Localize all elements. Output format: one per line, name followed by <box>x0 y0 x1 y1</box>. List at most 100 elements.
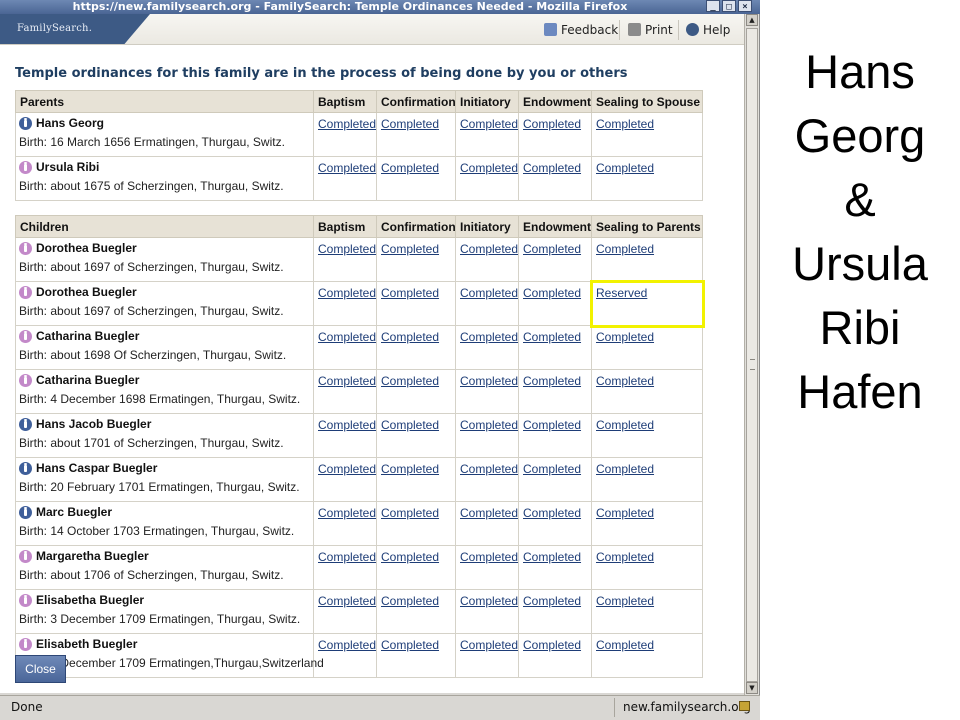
endowment-cell: Completed <box>518 237 592 282</box>
scrollbar-thumb[interactable] <box>746 28 758 682</box>
female-person-icon[interactable] <box>19 593 32 607</box>
endowment-status-link[interactable]: Completed <box>523 418 581 432</box>
baptism-status-link[interactable]: Completed <box>318 330 376 344</box>
col-header-baptism: Baptism <box>313 90 377 113</box>
confirmation-status-link[interactable]: Completed <box>381 550 439 564</box>
birth-info: Birth: about 1675 of Scherzingen, Thurga… <box>19 179 284 193</box>
confirmation-status-link[interactable]: Completed <box>381 330 439 344</box>
initiatory-status-link[interactable]: Completed <box>460 286 518 300</box>
baptism-status-link[interactable]: Completed <box>318 161 376 175</box>
familysearch-logo[interactable]: FamilySearch. <box>0 14 150 44</box>
sealing-to-spouse-status-link[interactable]: Completed <box>596 161 654 175</box>
feedback-button[interactable]: Feedback <box>544 21 618 39</box>
female-person-icon[interactable] <box>19 549 32 563</box>
baptism-cell: Completed <box>313 237 377 282</box>
male-person-icon[interactable] <box>19 116 32 130</box>
confirmation-status-link[interactable]: Completed <box>381 242 439 256</box>
sealing-to-parents-status-link[interactable]: Completed <box>596 550 654 564</box>
female-person-icon[interactable] <box>19 329 32 343</box>
endowment-status-link[interactable]: Completed <box>523 594 581 608</box>
initiatory-cell: Completed <box>455 501 519 546</box>
sealing-to-parents-status-link[interactable]: Completed <box>596 638 654 652</box>
female-person-icon[interactable] <box>19 285 32 299</box>
sealing-to-parents-status-link[interactable]: Completed <box>596 418 654 432</box>
confirmation-status-link[interactable]: Completed <box>381 117 439 131</box>
initiatory-status-link[interactable]: Completed <box>460 638 518 652</box>
sealing-to-parents-status-link[interactable]: Completed <box>596 374 654 388</box>
confirmation-status-link[interactable]: Completed <box>381 638 439 652</box>
initiatory-status-link[interactable]: Completed <box>460 550 518 564</box>
male-person-icon[interactable] <box>19 505 32 519</box>
vertical-scrollbar[interactable]: ▲ ▼ <box>744 14 759 695</box>
help-button[interactable]: Help <box>686 21 730 39</box>
confirmation-status-link[interactable]: Completed <box>381 462 439 476</box>
close-button[interactable]: Close <box>15 655 66 683</box>
minimize-button[interactable]: _ <box>706 0 720 12</box>
maximize-button[interactable]: □ <box>722 0 736 12</box>
scroll-down-arrow-icon[interactable]: ▼ <box>746 682 758 694</box>
baptism-cell: Completed <box>313 589 377 634</box>
endowment-status-link[interactable]: Completed <box>523 462 581 476</box>
sealing-to-parents-status-link[interactable]: Completed <box>596 330 654 344</box>
sealing-to-parents-status-link[interactable]: Completed <box>596 242 654 256</box>
sealing-to-parents-status-link[interactable]: Reserved <box>596 286 647 300</box>
endowment-status-link[interactable]: Completed <box>523 374 581 388</box>
lock-icon[interactable] <box>739 701 750 711</box>
baptism-status-link[interactable]: Completed <box>318 550 376 564</box>
female-person-icon[interactable] <box>19 637 32 651</box>
initiatory-status-link[interactable]: Completed <box>460 374 518 388</box>
close-window-button[interactable]: × <box>738 0 752 12</box>
print-button[interactable]: Print <box>628 21 673 39</box>
confirmation-status-link[interactable]: Completed <box>381 594 439 608</box>
endowment-status-link[interactable]: Completed <box>523 506 581 520</box>
feedback-label: Feedback <box>561 23 619 37</box>
female-person-icon[interactable] <box>19 160 32 174</box>
confirmation-status-link[interactable]: Completed <box>381 286 439 300</box>
sealing-to-spouse-cell: Completed <box>591 156 703 201</box>
initiatory-status-link[interactable]: Completed <box>460 462 518 476</box>
initiatory-status-link[interactable]: Completed <box>460 242 518 256</box>
sealing-to-parents-status-link[interactable]: Completed <box>596 506 654 520</box>
endowment-status-link[interactable]: Completed <box>523 286 581 300</box>
baptism-status-link[interactable]: Completed <box>318 374 376 388</box>
initiatory-status-link[interactable]: Completed <box>460 594 518 608</box>
caption-line: Hans <box>805 45 915 98</box>
endowment-status-link[interactable]: Completed <box>523 638 581 652</box>
confirmation-status-link[interactable]: Completed <box>381 374 439 388</box>
endowment-status-link[interactable]: Completed <box>523 330 581 344</box>
male-person-icon[interactable] <box>19 417 32 431</box>
printer-icon <box>628 23 641 36</box>
male-person-icon[interactable] <box>19 461 32 475</box>
sealing-to-parents-status-link[interactable]: Completed <box>596 462 654 476</box>
endowment-status-link[interactable]: Completed <box>523 117 581 131</box>
confirmation-status-link[interactable]: Completed <box>381 506 439 520</box>
scroll-up-arrow-icon[interactable]: ▲ <box>746 14 758 26</box>
female-person-icon[interactable] <box>19 241 32 255</box>
baptism-status-link[interactable]: Completed <box>318 462 376 476</box>
baptism-status-link[interactable]: Completed <box>318 638 376 652</box>
initiatory-status-link[interactable]: Completed <box>460 418 518 432</box>
endowment-status-link[interactable]: Completed <box>523 161 581 175</box>
endowment-status-link[interactable]: Completed <box>523 550 581 564</box>
sealing-to-parents-status-link[interactable]: Completed <box>596 594 654 608</box>
baptism-status-link[interactable]: Completed <box>318 506 376 520</box>
baptism-status-link[interactable]: Completed <box>318 242 376 256</box>
baptism-status-link[interactable]: Completed <box>318 418 376 432</box>
female-person-icon[interactable] <box>19 373 32 387</box>
confirmation-status-link[interactable]: Completed <box>381 161 439 175</box>
baptism-status-link[interactable]: Completed <box>318 594 376 608</box>
parents-table: Parents Baptism Confirmation Initiatory … <box>15 90 703 201</box>
endowment-status-link[interactable]: Completed <box>523 242 581 256</box>
initiatory-status-link[interactable]: Completed <box>460 506 518 520</box>
col-header-parents: Parents <box>15 90 314 113</box>
baptism-status-link[interactable]: Completed <box>318 117 376 131</box>
initiatory-status-link[interactable]: Completed <box>460 117 518 131</box>
help-icon <box>686 23 699 36</box>
sealing-to-spouse-status-link[interactable]: Completed <box>596 117 654 131</box>
caption-line: & <box>844 173 876 226</box>
baptism-status-link[interactable]: Completed <box>318 286 376 300</box>
confirmation-status-link[interactable]: Completed <box>381 418 439 432</box>
initiatory-status-link[interactable]: Completed <box>460 330 518 344</box>
table-row: Catharina Buegler Birth: about 1698 Of Sc… <box>15 325 703 370</box>
initiatory-status-link[interactable]: Completed <box>460 161 518 175</box>
